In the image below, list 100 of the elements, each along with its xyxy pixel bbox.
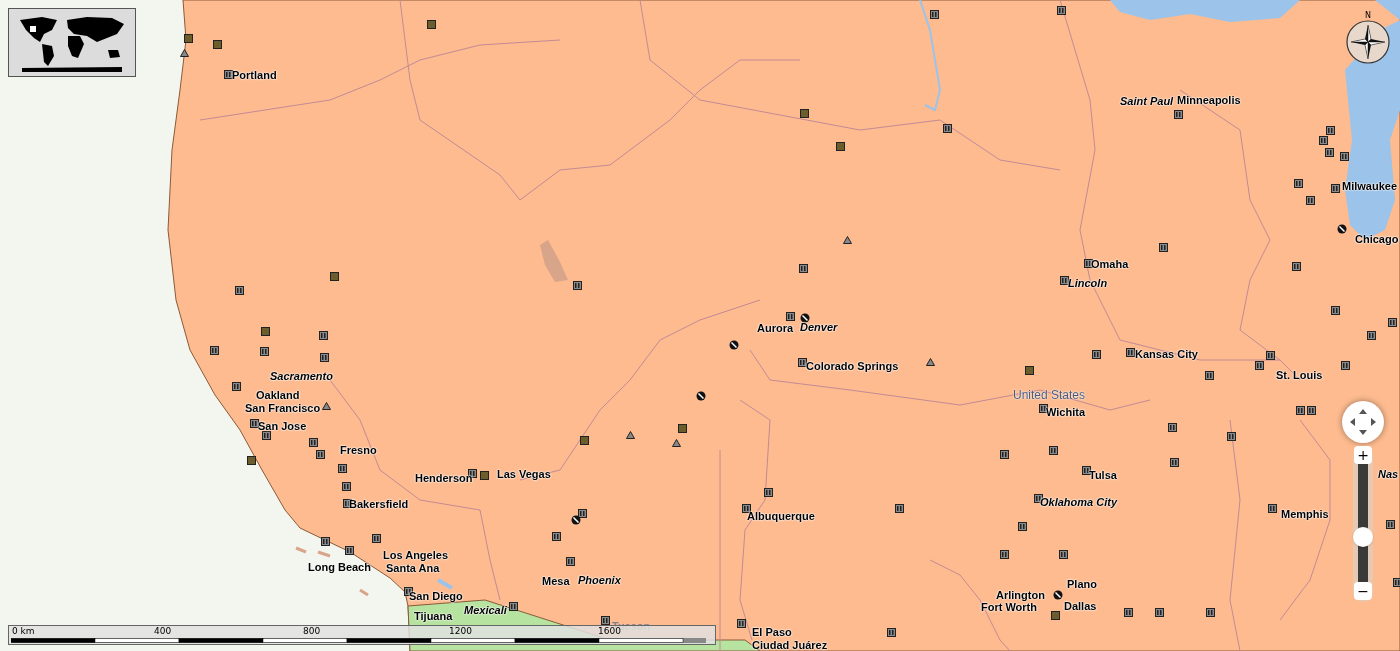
- square-marker-icon: [213, 40, 222, 49]
- building-icon: [1018, 520, 1027, 531]
- place-label: Mesa: [542, 576, 570, 587]
- building-icon: [764, 486, 773, 497]
- arrows-icon: [1348, 407, 1378, 437]
- place-label: Saint Paul: [1120, 96, 1174, 107]
- square-marker-icon: [678, 424, 687, 433]
- square-marker-icon: [261, 327, 270, 336]
- building-icon: [1388, 316, 1397, 327]
- place-label: Long Beach: [308, 562, 371, 573]
- no-entry-icon: [1053, 590, 1063, 600]
- building-icon: [552, 530, 561, 541]
- square-marker-icon: [247, 456, 256, 465]
- place-label: Mexicali: [464, 605, 507, 616]
- building-icon: [1331, 304, 1340, 315]
- building-icon: [1082, 464, 1091, 475]
- building-icon: [578, 507, 587, 518]
- mountain-icon: [843, 236, 852, 244]
- square-marker-icon: [836, 142, 845, 151]
- place-label: Fort Worth: [981, 602, 1037, 613]
- building-icon: [224, 68, 233, 79]
- place-label: Oakland: [256, 390, 300, 401]
- place-label: Los Angeles: [383, 550, 448, 561]
- building-icon: [1340, 150, 1349, 161]
- no-entry-icon: [1337, 224, 1347, 234]
- place-label: Memphis: [1281, 509, 1329, 520]
- building-icon: [342, 480, 351, 491]
- place-label: Denver: [800, 322, 838, 333]
- square-marker-icon: [330, 272, 339, 281]
- place-label: Aurora: [757, 323, 794, 334]
- compass-north-label: N: [1365, 12, 1371, 20]
- building-icon: [338, 462, 347, 473]
- compass-rose-icon: [1346, 20, 1390, 64]
- building-icon: [1306, 194, 1315, 205]
- place-label: Dallas: [1064, 601, 1097, 612]
- building-icon: [1206, 606, 1215, 617]
- zoom-slider-handle[interactable]: [1353, 526, 1373, 547]
- building-icon: [1331, 182, 1340, 193]
- building-icon: [1000, 448, 1009, 459]
- place-label: Las Vegas: [497, 469, 551, 480]
- building-icon: [1386, 518, 1395, 529]
- compass[interactable]: N: [1346, 12, 1390, 66]
- place-label: Kansas City: [1135, 349, 1198, 360]
- place-label: San Diego: [409, 591, 463, 602]
- building-icon: [1294, 177, 1303, 188]
- place-label: Santa Ana: [386, 563, 440, 574]
- scale-label: 400: [154, 627, 172, 636]
- building-icon: [573, 279, 582, 290]
- mountain-icon: [672, 439, 681, 447]
- place-label: Lincoln: [1068, 278, 1108, 289]
- building-icon: [345, 544, 354, 555]
- place-label: Albuquerque: [747, 511, 815, 522]
- mountain-icon: [926, 358, 935, 366]
- building-icon: [1255, 359, 1264, 370]
- lake-shape: [437, 578, 453, 590]
- building-icon: [250, 417, 259, 428]
- building-icon: [1205, 369, 1214, 380]
- no-entry-icon: [696, 391, 706, 401]
- building-icon: [1325, 146, 1334, 157]
- building-icon: [1174, 108, 1183, 119]
- place-label: Ciudad Juárez: [752, 640, 828, 651]
- place-label: Nas: [1378, 469, 1399, 480]
- building-icon: [232, 380, 241, 391]
- place-label: Sacramento: [270, 371, 333, 382]
- building-icon: [1227, 430, 1236, 441]
- no-entry-icon: [571, 515, 581, 525]
- building-icon: [1341, 359, 1350, 370]
- square-marker-icon: [480, 471, 489, 480]
- building-icon: [1124, 606, 1133, 617]
- place-label: Colorado Springs: [806, 361, 899, 372]
- zoom-in-button[interactable]: +: [1354, 446, 1372, 464]
- place-label: Phoenix: [578, 575, 621, 586]
- place-label: Oklahoma City: [1040, 497, 1118, 508]
- scale-label: 800: [303, 627, 321, 636]
- place-label: Henderson: [415, 473, 473, 484]
- building-icon: [1159, 241, 1168, 252]
- square-marker-icon: [1025, 366, 1034, 375]
- building-icon: [1057, 4, 1066, 15]
- building-icon: [737, 617, 746, 628]
- place-label: Wichita: [1046, 407, 1085, 418]
- mountain-icon: [180, 49, 189, 57]
- building-icon: [235, 284, 244, 295]
- place-label: Minneapolis: [1177, 95, 1241, 106]
- building-icon: [1266, 349, 1275, 360]
- zoom-out-button[interactable]: −: [1354, 582, 1372, 600]
- building-icon: [1367, 329, 1376, 340]
- place-label: San Jose: [258, 421, 307, 432]
- building-icon: [509, 600, 518, 611]
- place-label: Chicago: [1355, 234, 1399, 245]
- building-icon: [316, 448, 325, 459]
- building-icon: [309, 436, 318, 447]
- no-entry-icon: [800, 313, 810, 323]
- building-icon: [943, 122, 952, 133]
- place-label: Milwaukee: [1342, 181, 1398, 192]
- building-icon: [1393, 576, 1400, 587]
- building-icon: [1084, 257, 1093, 268]
- salt-flat-shape: [540, 240, 568, 282]
- building-icon: [930, 8, 939, 19]
- building-icon: [742, 502, 751, 513]
- building-icon: [566, 555, 575, 566]
